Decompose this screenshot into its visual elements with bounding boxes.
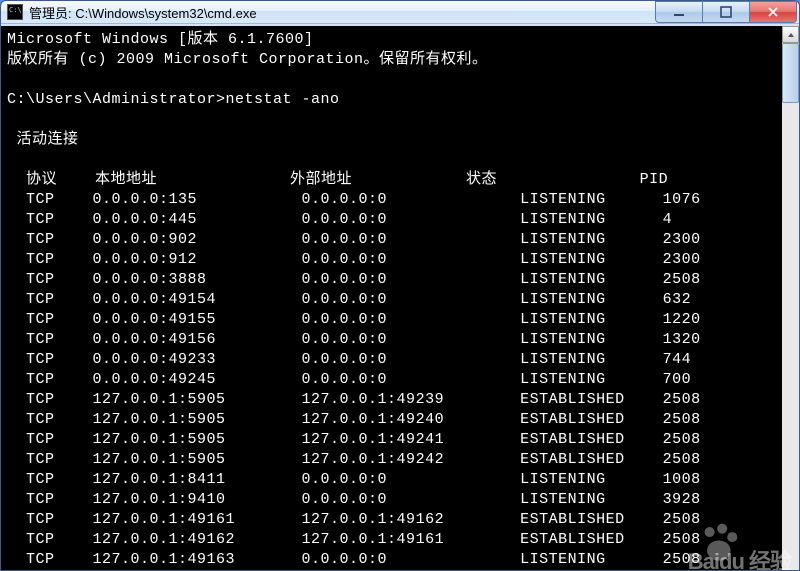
console-area: Microsoft Windows [版本 6.1.7600] 版权所有 (c)…: [1, 24, 799, 571]
window-controls: [656, 1, 797, 23]
minimize-icon: [673, 6, 685, 18]
close-icon: [767, 6, 779, 18]
scrollbar-track[interactable]: [782, 43, 799, 571]
window-title: 管理员: C:\Windows\system32\cmd.exe: [29, 3, 656, 22]
minimize-button[interactable]: [655, 1, 703, 23]
console-output[interactable]: Microsoft Windows [版本 6.1.7600] 版权所有 (c)…: [1, 26, 782, 571]
scrollbar-thumb[interactable]: [782, 43, 799, 103]
maximize-icon: [720, 6, 732, 18]
scroll-up-button[interactable]: [782, 26, 799, 43]
window-frame: 管理员: C:\Windows\system32\cmd.exe Microso…: [0, 0, 800, 571]
close-button[interactable]: [749, 1, 797, 23]
chevron-up-icon: [787, 31, 795, 39]
vertical-scrollbar[interactable]: [782, 26, 799, 571]
cmd-icon: [7, 4, 23, 20]
maximize-button[interactable]: [702, 1, 750, 23]
titlebar[interactable]: 管理员: C:\Windows\system32\cmd.exe: [1, 1, 799, 24]
